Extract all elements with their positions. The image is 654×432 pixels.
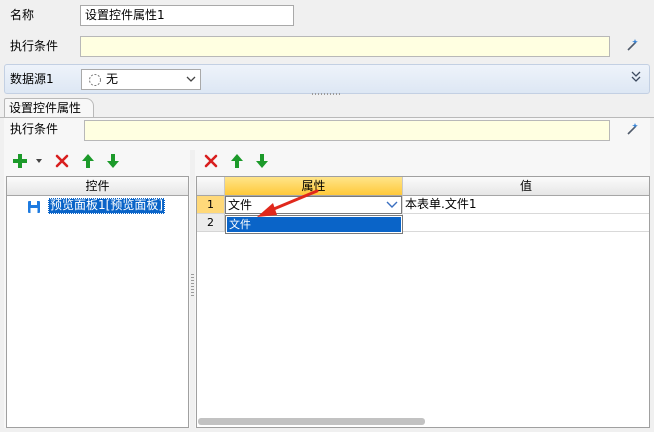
tree-item-label: 预览面板1[预览面板] [48,198,165,214]
plus-icon[interactable] [12,153,28,169]
row-header-corner [197,177,225,196]
arrow-up-icon[interactable] [229,153,245,169]
dropdown-arrow-icon[interactable] [36,159,42,163]
condition-input[interactable] [80,36,610,57]
row-number[interactable]: 1 [197,196,225,214]
save-icon [28,201,40,213]
control-tree: 控件 预览面板1[预览面板] [6,176,189,428]
data-source-value: 无 [106,72,119,86]
tab-condition-input[interactable] [84,120,610,141]
name-label: 名称 [10,8,35,22]
delete-x-icon[interactable] [54,153,70,169]
column-header-value[interactable]: 值 [403,177,649,196]
data-source-select[interactable]: 无 [81,69,201,90]
tab-settings-control-property[interactable]: 设置控件属性 [4,98,94,118]
arrow-down-icon[interactable] [254,153,270,169]
property-grid: 属性 值 1 文件 本表单.文件1 2 文件 [196,176,650,428]
value-cell[interactable]: 本表单.文件1 [403,196,649,214]
data-source-bar: 数据源1 无 [4,64,650,95]
tab-condition-label: 执行条件 [10,122,59,136]
magic-wand-icon[interactable] [624,38,640,54]
row-number[interactable]: 2 [197,214,225,232]
data-source-label: 数据源1 [10,72,54,86]
delete-x-icon[interactable] [203,153,219,169]
chevron-down-icon[interactable] [386,201,398,209]
annotation-arrow-icon [257,189,319,217]
name-input[interactable]: 设置控件属性1 [80,5,294,26]
double-chevron-down-icon[interactable] [631,71,641,83]
scrollbar-thumb[interactable] [198,418,425,425]
arrow-down-icon[interactable] [105,153,121,169]
horizontal-scrollbar[interactable] [198,418,648,425]
condition-label: 执行条件 [10,39,59,53]
pane-splitter[interactable] [190,150,195,428]
value-cell[interactable] [403,214,649,232]
magic-wand-icon[interactable] [624,122,640,138]
resize-grip[interactable] [312,93,342,95]
column-header-control[interactable]: 控件 [7,177,188,196]
splitter-grip [191,274,194,298]
chevron-down-icon[interactable] [186,76,196,83]
arrow-up-icon[interactable] [80,153,96,169]
empty-circle-icon [89,74,101,86]
